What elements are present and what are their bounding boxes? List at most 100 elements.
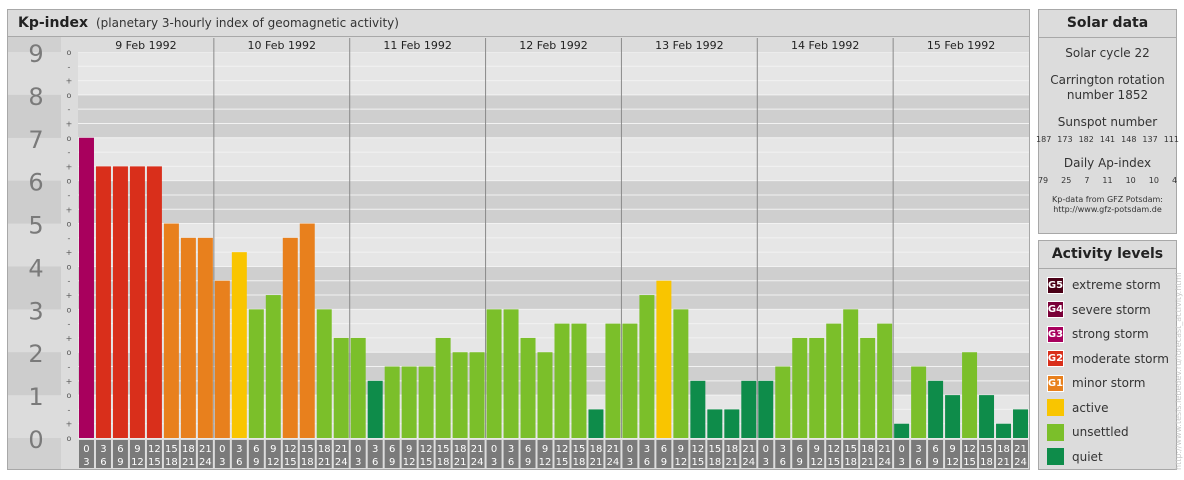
kp-bar: [877, 323, 893, 438]
hour-end-label: 3: [627, 457, 633, 468]
sunspot-value: 141: [1099, 135, 1116, 144]
hour-end-label: 15: [691, 457, 704, 468]
kp-bar: [979, 395, 995, 438]
hour-end-label: 3: [898, 457, 904, 468]
y-subtick-label: o: [67, 434, 72, 443]
hour-start-label: 12: [420, 444, 433, 455]
hour-start-label: 0: [627, 444, 633, 455]
hour-end-label: 12: [539, 457, 552, 468]
y-subtick-label: +: [66, 205, 73, 214]
source-link[interactable]: http://www.gfz-potsdam.de: [1039, 205, 1176, 215]
y-subtick-label: o: [67, 262, 72, 271]
y-subtick-label: -: [68, 62, 71, 71]
legend-label: strong storm: [1072, 327, 1149, 342]
kp-bar: [180, 237, 196, 438]
kp-bar: [741, 380, 757, 438]
hour-end-label: 24: [607, 457, 620, 468]
activity-levels-title: Activity levels: [1039, 241, 1176, 269]
kp-bar: [384, 366, 400, 438]
hour-end-label: 21: [861, 457, 874, 468]
hour-start-label: 6: [525, 444, 531, 455]
day-label: 10 Feb 1992: [248, 39, 316, 52]
legend-item: G3 strong storm: [1039, 322, 1176, 347]
hour-end-label: 15: [827, 457, 840, 468]
day-label: 9 Feb 1992: [115, 39, 176, 52]
day-label: 13 Feb 1992: [655, 39, 723, 52]
kp-bar: [605, 323, 621, 438]
carrington-line-1: Carrington rotation: [1050, 73, 1165, 87]
hour-start-label: 9: [949, 444, 955, 455]
kp-bar: [537, 352, 553, 438]
y-tick-label: 9: [28, 40, 43, 68]
hour-start-label: 12: [963, 444, 976, 455]
hour-end-label: 21: [590, 457, 603, 468]
kp-bar: [911, 366, 927, 438]
kp-bar: [350, 337, 366, 438]
kp-bar: [367, 380, 383, 438]
hour-end-label: 3: [491, 457, 497, 468]
y-subtick-label: +: [66, 248, 73, 257]
y-tick-label: 1: [28, 383, 43, 411]
kp-bar: [571, 323, 587, 438]
y-subtick-label: o: [67, 391, 72, 400]
hour-start-label: 18: [318, 444, 331, 455]
kp-bar: [724, 409, 740, 438]
kp-bar: [401, 366, 417, 438]
y-subtick-label: o: [67, 91, 72, 100]
sunspot-value: 111: [1163, 135, 1179, 144]
kp-bar: [792, 337, 808, 438]
hour-end-label: 6: [644, 457, 650, 468]
kp-bar: [197, 237, 213, 438]
ap-value: 10: [1148, 176, 1159, 185]
hour-end-label: 3: [763, 457, 769, 468]
ap-value: 7: [1084, 176, 1090, 185]
hour-start-label: 6: [797, 444, 803, 455]
y-subtick-label: -: [68, 277, 71, 286]
hour-end-label: 21: [318, 457, 331, 468]
day-label: 14 Feb 1992: [791, 39, 859, 52]
y-subtick-label: -: [68, 148, 71, 157]
kp-bar: [435, 337, 451, 438]
kp-bar: [707, 409, 723, 438]
day-label: 11 Feb 1992: [383, 39, 451, 52]
hour-end-label: 3: [355, 457, 361, 468]
hour-start-label: 6: [117, 444, 123, 455]
hour-end-label: 9: [253, 457, 259, 468]
hour-end-label: 24: [335, 457, 348, 468]
hour-start-label: 6: [932, 444, 938, 455]
carrington-line-2: number 1852: [1066, 88, 1149, 102]
y-subtick-label: +: [66, 334, 73, 343]
kp-bar: [775, 366, 791, 438]
hour-start-label: 6: [661, 444, 667, 455]
hour-start-label: 3: [780, 444, 786, 455]
legend-label: severe storm: [1072, 302, 1151, 317]
hour-end-label: 24: [199, 457, 212, 468]
sunspot-value: 173: [1057, 135, 1073, 144]
kp-bar: [996, 423, 1012, 438]
hour-start-label: 12: [556, 444, 569, 455]
y-subtick-label: +: [66, 291, 73, 300]
hour-start-label: 18: [182, 444, 195, 455]
hour-end-label: 9: [661, 457, 667, 468]
sunspot-values: 187 173 182 141 148 137 111: [1036, 135, 1179, 144]
hour-end-label: 9: [525, 457, 531, 468]
hour-start-label: 12: [691, 444, 704, 455]
sunspot-value: 137: [1142, 135, 1158, 144]
kp-bar: [860, 337, 876, 438]
kp-bar: [894, 423, 910, 438]
legend-item: G1 minor storm: [1039, 371, 1176, 396]
kp-bar: [826, 323, 842, 438]
y-tick-label: 8: [28, 83, 43, 111]
legend-label: minor storm: [1072, 376, 1146, 391]
kp-bar: [129, 166, 145, 438]
kp-bar: [1013, 409, 1028, 438]
hour-start-label: 3: [100, 444, 106, 455]
hour-end-label: 24: [471, 457, 484, 468]
y-tick-label: 3: [28, 297, 43, 325]
hour-end-label: 3: [219, 457, 225, 468]
y-tick-label: 7: [28, 126, 43, 154]
legend-swatch: G2: [1047, 350, 1064, 368]
ap-value: 25: [1061, 176, 1072, 185]
ap-values: 79 25 7 11 10 10 4: [1038, 176, 1177, 185]
hour-end-label: 24: [742, 457, 755, 468]
